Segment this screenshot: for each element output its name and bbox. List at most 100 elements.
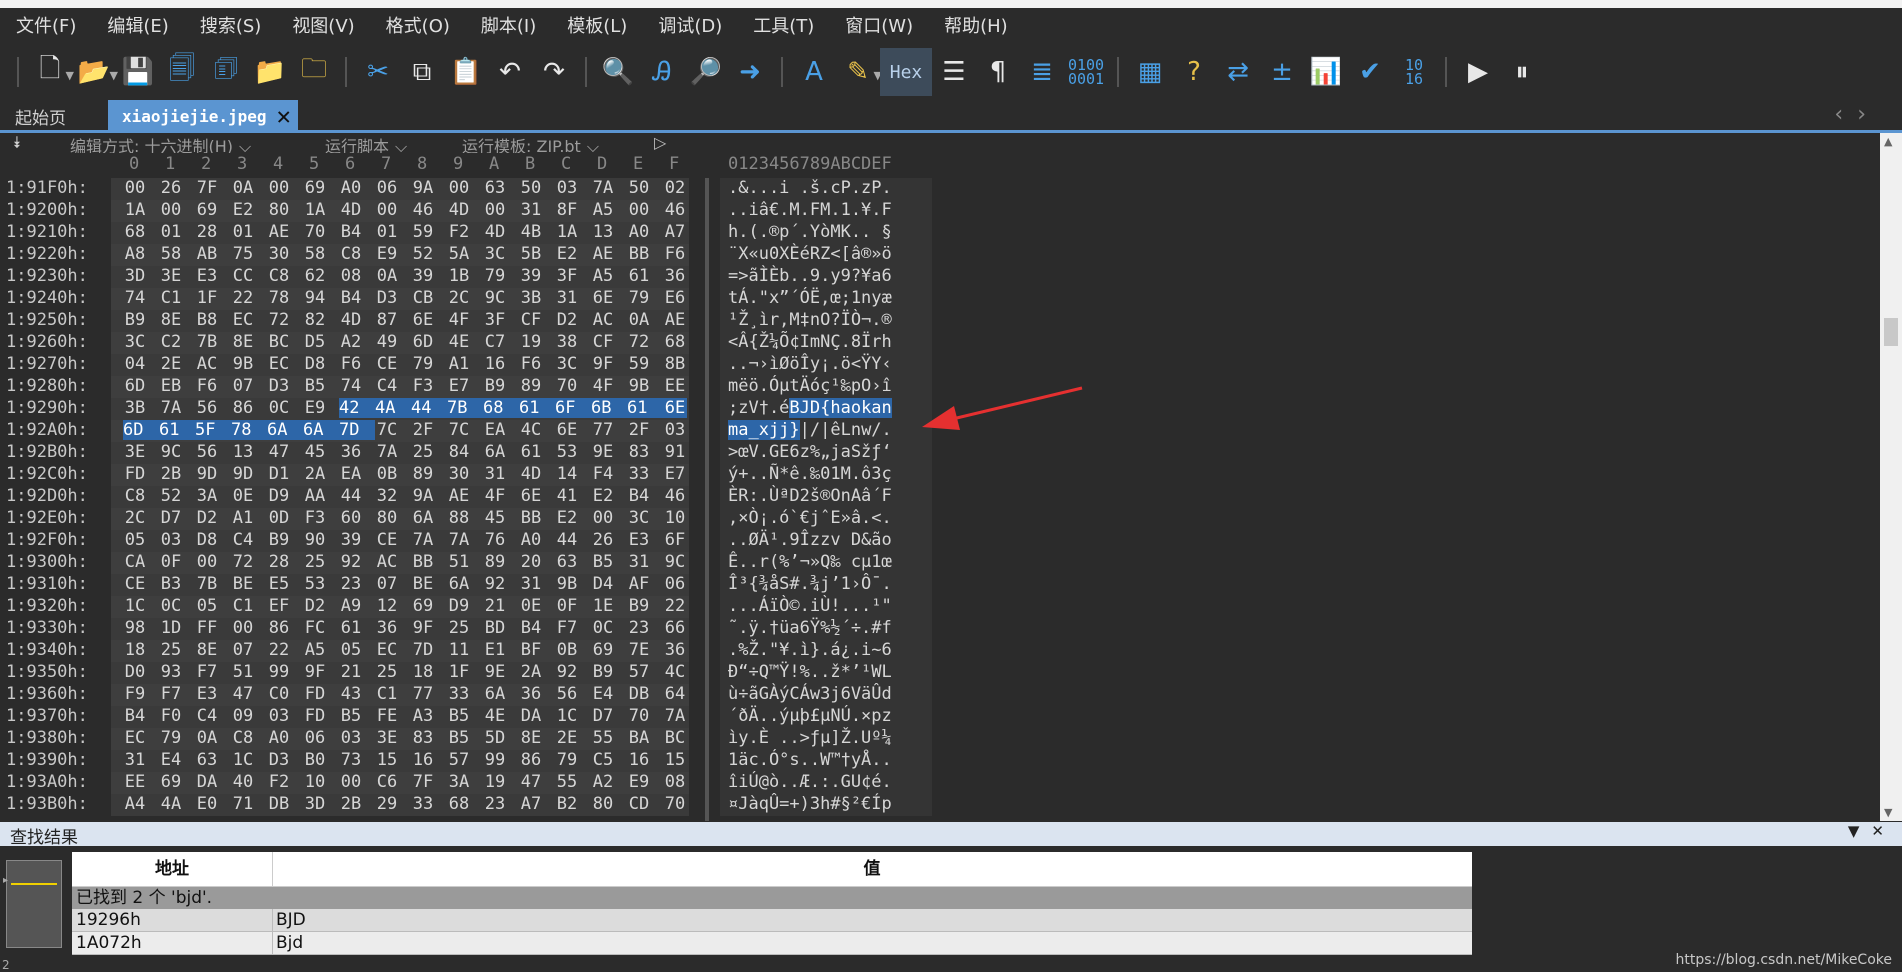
hex-byte[interactable]: 7B: [195, 574, 219, 594]
hex-byte[interactable]: D3: [375, 288, 399, 308]
hex-byte[interactable]: 6E: [411, 310, 435, 330]
hex-byte[interactable]: 23: [339, 574, 363, 594]
hex-byte[interactable]: FD: [303, 706, 327, 726]
hex-byte[interactable]: 1F: [447, 662, 471, 682]
hex-byte[interactable]: 75: [231, 244, 255, 264]
hex-byte[interactable]: 79: [483, 266, 507, 286]
hex-byte[interactable]: 8E: [159, 310, 183, 330]
hex-byte[interactable]: 26: [159, 178, 183, 198]
hex-byte[interactable]: B4: [339, 222, 363, 242]
hex-byte[interactable]: CE: [123, 574, 147, 594]
hex-byte[interactable]: EC: [375, 640, 399, 660]
hex-byte[interactable]: 9C: [483, 288, 507, 308]
hex-byte[interactable]: EE: [123, 772, 147, 792]
hex-byte[interactable]: D4: [591, 574, 615, 594]
hex-byte[interactable]: 80: [375, 508, 399, 528]
hex-byte[interactable]: C2: [159, 332, 183, 352]
hex-byte[interactable]: C5: [591, 750, 615, 770]
hex-byte[interactable]: 68: [447, 794, 471, 814]
hex-byte[interactable]: 69: [159, 772, 183, 792]
cut-button[interactable]: ✂: [356, 48, 400, 96]
hex-byte[interactable]: 6E: [519, 486, 543, 506]
hex-byte[interactable]: 4D: [339, 310, 363, 330]
hex-byte[interactable]: A5: [591, 266, 615, 286]
hex-byte[interactable]: 69: [411, 596, 435, 616]
ascii-text[interactable]: ´ðÄ..ýµþ£µNÚ.×pz: [728, 706, 892, 726]
hex-byte[interactable]: CC: [231, 266, 255, 286]
hex-byte[interactable]: 77: [411, 684, 435, 704]
hex-byte[interactable]: 36: [375, 618, 399, 638]
hex-byte[interactable]: 3E: [159, 266, 183, 286]
hex-byte[interactable]: 22: [231, 288, 255, 308]
hex-byte[interactable]: E9: [627, 772, 651, 792]
hex-byte[interactable]: 00: [231, 618, 255, 638]
hex-byte[interactable]: E3: [627, 530, 651, 550]
hex-byte[interactable]: B9: [483, 376, 507, 396]
hex-byte[interactable]: 8E: [231, 332, 255, 352]
hex-byte[interactable]: 44: [339, 486, 363, 506]
hex-byte[interactable]: CD: [627, 794, 651, 814]
ascii-text[interactable]: ¹Ž¸ìr‚M‡nO?ÏÒ¬.®: [728, 310, 892, 330]
hex-byte[interactable]: 4A: [375, 398, 411, 418]
hex-byte[interactable]: B4: [123, 706, 147, 726]
hex-byte[interactable]: BF: [519, 640, 543, 660]
hex-byte[interactable]: C1: [159, 288, 183, 308]
hex-byte[interactable]: E4: [159, 750, 183, 770]
hex-byte[interactable]: 3E: [123, 442, 147, 462]
hex-byte[interactable]: 4F: [483, 486, 507, 506]
find-button[interactable]: 🔍: [596, 48, 640, 96]
hex-byte[interactable]: 72: [627, 332, 651, 352]
ascii-text[interactable]: .&...i .š.cP.zP.: [728, 178, 892, 198]
hex-byte[interactable]: 30: [267, 244, 291, 264]
hex-byte[interactable]: 3D: [123, 266, 147, 286]
hex-byte[interactable]: 12: [375, 596, 399, 616]
hex-byte[interactable]: F4: [591, 464, 615, 484]
hex-byte[interactable]: D5: [303, 332, 327, 352]
hex-byte[interactable]: 05: [123, 530, 147, 550]
hex-byte[interactable]: 47: [231, 684, 255, 704]
hex-byte[interactable]: 70: [663, 794, 687, 814]
ascii-text[interactable]: ý+..Ñ*ê.‰01M.ô3ç: [728, 464, 892, 484]
menu-window[interactable]: 窗口(W): [829, 12, 913, 38]
hex-byte[interactable]: 6E: [663, 398, 687, 418]
hex-byte[interactable]: BB: [519, 508, 543, 528]
hex-byte[interactable]: 6E: [555, 420, 579, 440]
hex-byte[interactable]: C4: [375, 376, 399, 396]
hex-byte[interactable]: 92: [483, 574, 507, 594]
hex-byte[interactable]: 08: [339, 266, 363, 286]
hex-byte[interactable]: 33: [627, 464, 651, 484]
hex-byte[interactable]: 00: [627, 200, 651, 220]
hex-byte[interactable]: 0F: [555, 596, 579, 616]
hex-byte[interactable]: 74: [123, 288, 147, 308]
hex-byte[interactable]: 28: [195, 222, 219, 242]
hex-byte[interactable]: 82: [303, 310, 327, 330]
hex-byte[interactable]: 70: [303, 222, 327, 242]
hex-byte[interactable]: E6: [663, 288, 687, 308]
line-mode-button[interactable]: ≣: [1020, 48, 1064, 96]
hex-row[interactable]: 1:93B0h: A4 4A E0 71 DB 3D 2B 29 33 68 23 A7 B2 80 CD 70…: [0, 794, 1000, 816]
hex-row[interactable]: 1:9240h: 74 C1 1F 22 78 94 B4 D3 CB 2C 9C 3B 31 6E 79 E6…: [0, 288, 1000, 310]
hex-byte[interactable]: F3: [411, 376, 435, 396]
hex-byte[interactable]: 36: [519, 684, 543, 704]
calculator-button[interactable]: ▦: [1128, 48, 1172, 96]
hex-byte[interactable]: 03: [339, 728, 363, 748]
hex-byte[interactable]: 1D: [159, 618, 183, 638]
hex-byte[interactable]: 9D: [195, 464, 219, 484]
hex-byte[interactable]: 1C: [123, 596, 147, 616]
hex-byte[interactable]: AE: [663, 310, 687, 330]
replace-button[interactable]: Ꭿ: [640, 48, 684, 96]
hex-byte[interactable]: A0: [267, 728, 291, 748]
hex-byte[interactable]: 79: [555, 750, 579, 770]
hex-row[interactable]: 1:92C0h: FD 2B 9D 9D D1 2A EA 0B 89 30 31 4D 14 F4 33 E7…: [0, 464, 1000, 486]
hex-byte[interactable]: 70: [555, 376, 579, 396]
hex-byte[interactable]: 2B: [339, 794, 363, 814]
hex-byte[interactable]: 72: [267, 310, 291, 330]
hex-row[interactable]: 1:9250h: B9 8E B8 EC 72 82 4D 87 6E 4F 3F CF D2 AC 0A AE…: [0, 310, 1000, 332]
file-map-thumbnail[interactable]: ▸: [3, 860, 62, 948]
hex-byte[interactable]: 7A: [411, 530, 435, 550]
hex-byte[interactable]: 23: [627, 618, 651, 638]
hex-byte[interactable]: 8E: [519, 728, 543, 748]
hex-byte[interactable]: 31: [627, 552, 651, 572]
hex-byte[interactable]: 61: [339, 618, 363, 638]
column-address[interactable]: 地址: [72, 852, 273, 886]
